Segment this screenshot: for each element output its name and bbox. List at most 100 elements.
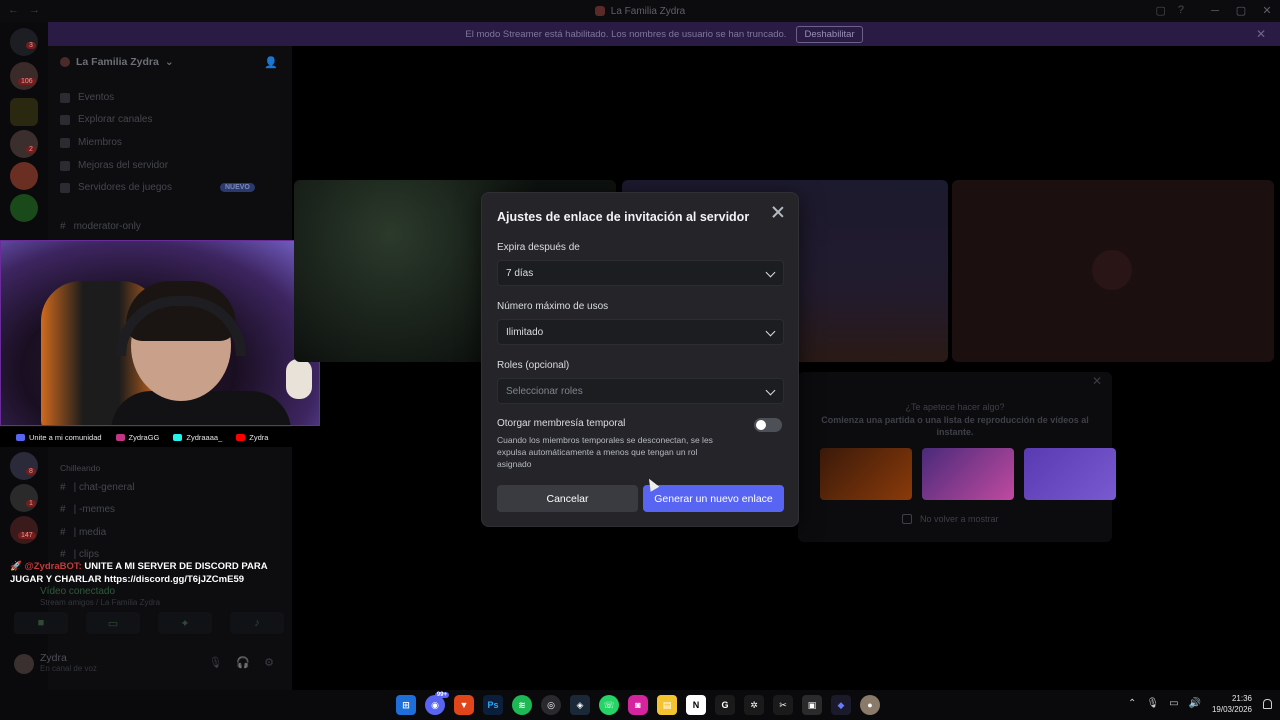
discord-icon[interactable]: ◉ 99+ [425, 692, 449, 715]
channel-item[interactable]: # | media [60, 527, 106, 538]
settings-icon[interactable]: ✲ [744, 695, 764, 715]
server-icon[interactable] [10, 452, 38, 480]
banner-text: El modo Streamer está habilitado. Los no… [465, 28, 787, 40]
profile-app-icon[interactable]: ● [860, 695, 880, 715]
activities-button[interactable]: ✦ [158, 612, 212, 634]
sidebar-item-boosts[interactable]: Mejoras del servidor [60, 160, 168, 171]
settings-gear-icon[interactable]: ⚙ [264, 656, 274, 669]
channel-item[interactable]: # | clips [60, 549, 99, 560]
browse-icon [60, 114, 70, 125]
close-icon[interactable]: ✕ [1092, 374, 1102, 388]
app-g-icon[interactable]: G [715, 695, 735, 715]
sidebar-item-label: Servidores de juegos [78, 182, 172, 193]
game-card[interactable] [820, 448, 912, 500]
microphone-icon[interactable]: 🎙 [1146, 698, 1159, 709]
hash-icon: # [60, 221, 66, 232]
soundboard-button[interactable]: ♪ [230, 612, 284, 634]
photoshop-icon[interactable]: Ps [483, 695, 503, 715]
help-icon[interactable]: ? [1178, 4, 1184, 17]
temp-membership-toggle[interactable] [754, 418, 782, 432]
max-uses-label: Número máximo de usos [497, 301, 609, 312]
network-icon[interactable]: ▭ [1169, 698, 1178, 709]
sidebar-item-game-servers[interactable]: Servidores de juegos NUEVO [60, 182, 255, 193]
toggle-knob [756, 420, 766, 430]
figurine [286, 359, 312, 399]
max-uses-select[interactable]: Ilimitado [497, 319, 784, 345]
instagram-icon[interactable]: ◙ [628, 695, 648, 715]
sidebar-item-explore[interactable]: Explorar canales [60, 114, 152, 125]
obs-icon[interactable]: ◎ [541, 695, 561, 715]
headphones-icon[interactable]: 🎧 [236, 656, 250, 669]
maximize-icon[interactable]: ▢ [1228, 0, 1254, 22]
temp-membership-help: Cuando los miembros temporales se descon… [497, 435, 713, 469]
channel-label: | -memes [73, 504, 116, 515]
cancel-button[interactable]: Cancelar [497, 485, 638, 512]
channel-item[interactable]: # | chat-general [60, 482, 135, 493]
hash-icon: # [60, 549, 66, 560]
streamdeck-icon[interactable]: ◆ [831, 695, 851, 715]
inbox-icon[interactable]: ▢ [1155, 4, 1165, 17]
sidebar-item-members[interactable]: Miembros [60, 137, 122, 148]
invite-settings-dialog: Ajustes de enlace de invitación al servi… [481, 192, 799, 527]
clock[interactable]: 21:36 19/03/2026 [1212, 693, 1252, 715]
windows-start-icon[interactable]: ⊞ [396, 695, 416, 715]
microphone-icon[interactable]: 🎙 [208, 656, 222, 669]
game-card[interactable] [922, 448, 1014, 500]
server-icon[interactable] [10, 130, 38, 158]
dialog-title: Ajustes de enlace de invitación al servi… [497, 210, 750, 224]
spotify-icon[interactable]: ≋ [512, 695, 532, 715]
steam-icon[interactable]: ◈ [570, 695, 590, 715]
capcut-icon[interactable]: ✂ [773, 695, 793, 715]
video-tile[interactable] [952, 180, 1274, 362]
channel-item[interactable]: # | -memes [60, 504, 115, 515]
sidebar-item-label: Eventos [78, 92, 115, 103]
notification-bell-icon[interactable] [1263, 699, 1272, 709]
screen-share-button[interactable]: ▭ [86, 612, 140, 634]
roles-select[interactable]: Seleccionar roles [497, 378, 784, 404]
chevron-up-icon[interactable]: ⌃ [1128, 698, 1136, 709]
editor-icon[interactable]: ▣ [802, 695, 822, 715]
server-name-header[interactable]: La Familia Zydra ⌄ [60, 56, 174, 68]
server-icon[interactable] [10, 194, 38, 222]
camera-button[interactable]: ■ [14, 612, 68, 634]
folder-icon[interactable] [10, 98, 38, 126]
game-card[interactable] [1024, 448, 1116, 500]
badge: 2 [26, 146, 36, 153]
chevron-down-icon [765, 267, 776, 278]
whatsapp-icon[interactable]: ☏ [599, 695, 619, 715]
sidebar-item-label: Miembros [78, 137, 122, 148]
window-title: La Familia Zydra [0, 6, 1280, 17]
time: 21:36 [1231, 694, 1252, 703]
new-badge: NUEVO [219, 183, 255, 192]
invite-people-icon[interactable]: 👤 [264, 56, 278, 69]
close-banner-icon[interactable]: ✕ [1256, 27, 1266, 41]
sidebar-item-label: Mejoras del servidor [78, 160, 169, 171]
notion-icon[interactable]: N [686, 695, 706, 715]
voice-channel[interactable]: Stream amigos / La Familia Zydra [40, 598, 160, 607]
server-icon[interactable] [10, 484, 38, 512]
close-window-icon[interactable]: ✕ [1254, 0, 1280, 22]
category-header[interactable]: Chilleando [60, 463, 100, 473]
volume-icon[interactable]: 🔊 [1189, 698, 1201, 709]
server-icon[interactable] [10, 516, 38, 544]
checkbox[interactable] [902, 514, 912, 524]
disable-streamer-button[interactable]: Deshabilitar [796, 25, 863, 43]
avatar[interactable] [14, 654, 34, 674]
streamer-mode-banner: El modo Streamer está habilitado. Los no… [48, 22, 1280, 46]
roles-label: Roles (opcional) [497, 360, 570, 371]
channel-moderator-only[interactable]: # moderator-only [60, 221, 141, 232]
dont-show-again[interactable]: No volver a mostrar [902, 514, 999, 524]
taskbar-apps: ⊞ ◉ 99+ ▼ Ps ≋ ◎ ◈ ☏ ◙ ▤ N G ✲ ✂ ▣ ◆ ● [396, 692, 880, 715]
generate-link-button[interactable]: Generar un nuevo enlace [643, 485, 784, 512]
server-icon[interactable] [10, 162, 38, 190]
social-youtube: Zydra [236, 433, 268, 442]
close-icon[interactable] [770, 204, 786, 220]
file-explorer-icon[interactable]: ▤ [657, 695, 677, 715]
brave-icon[interactable]: ▼ [454, 695, 474, 715]
server-icon[interactable] [10, 62, 38, 90]
taskbar: ⊞ ◉ 99+ ▼ Ps ≋ ◎ ◈ ☏ ◙ ▤ N G ✲ ✂ ▣ ◆ ● ⌃ … [0, 690, 1280, 720]
hash-icon: # [60, 504, 66, 515]
expire-select[interactable]: 7 días [497, 260, 784, 286]
minimize-icon[interactable]: ─ [1202, 0, 1228, 22]
sidebar-item-events[interactable]: Eventos [60, 92, 114, 103]
